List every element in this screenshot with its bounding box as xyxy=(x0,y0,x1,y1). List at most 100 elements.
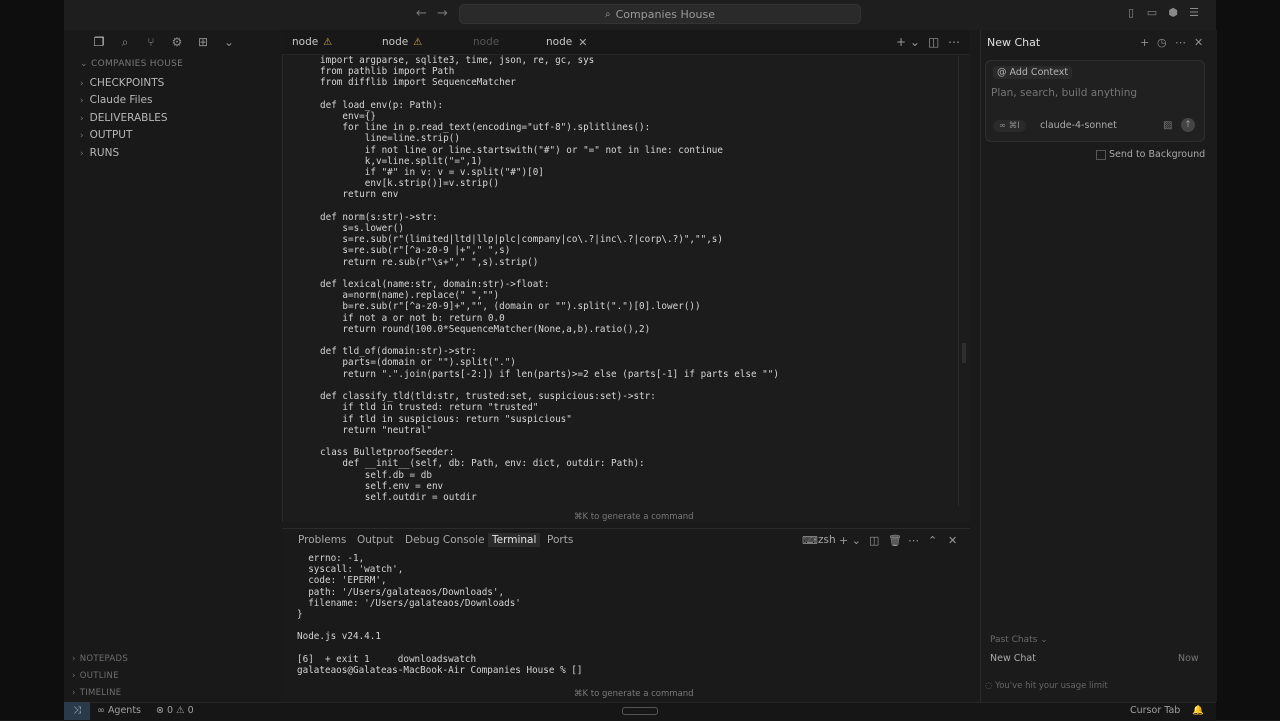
send-to-background-checkbox[interactable] xyxy=(1096,150,1106,160)
new-chat-plus-icon[interactable]: + xyxy=(1140,36,1149,49)
extensions-icon[interactable]: ⊞ xyxy=(194,34,212,50)
more-actions-icon[interactable]: ⋯ xyxy=(908,534,919,547)
code-line: class BulletproofSeeder: xyxy=(320,447,455,459)
chevron-right-icon: › xyxy=(80,131,84,141)
code-line: def lexical(name:str, domain:str)->float… xyxy=(320,279,550,291)
send-to-background-label[interactable]: Send to Background xyxy=(1109,149,1205,160)
split-editor-icon[interactable]: ◫ xyxy=(928,35,939,49)
settings-sliders-icon[interactable]: ☰ xyxy=(1187,6,1201,20)
search-icon[interactable]: ⌕ xyxy=(116,34,134,50)
terminal-line: Node.js v24.4.1 xyxy=(297,631,381,643)
agent-mode-selector[interactable]: ∞ ⌘I xyxy=(993,120,1026,132)
forward-arrow-icon[interactable]: → xyxy=(437,6,448,21)
tab-output[interactable]: Output xyxy=(357,534,393,546)
outline-section[interactable]: › OUTLINE xyxy=(72,671,119,681)
tab-ports[interactable]: Ports xyxy=(547,534,573,546)
tree-folder-output[interactable]: › OUTPUT xyxy=(80,129,132,141)
image-icon[interactable]: ▨ xyxy=(1163,120,1172,131)
code-line: b=re.sub(r"[^a-z0-9]+","", (domain or ""… xyxy=(320,301,701,313)
notepads-section[interactable]: › NOTEPADS xyxy=(72,654,128,664)
code-line: def tld_of(domain:str)->str: xyxy=(320,346,477,358)
send-button[interactable]: ↑ xyxy=(1181,118,1195,132)
code-line: s=re.sub(r"(limited|ltd|llp|plc|company|… xyxy=(320,234,723,246)
model-selector[interactable]: claude-4-sonnet xyxy=(1040,120,1117,131)
back-arrow-icon[interactable]: ← xyxy=(416,6,427,21)
code-line: s=s.lower() xyxy=(320,223,404,235)
timeline-section[interactable]: › TIMELINE xyxy=(72,688,121,698)
past-chats-header[interactable]: Past Chats ⌄ xyxy=(990,635,1048,645)
code-content[interactable]: import argparse, sqlite3, time, json, re… xyxy=(320,55,940,505)
chat-input[interactable] xyxy=(991,87,1181,99)
terminal-output[interactable]: errno: -1, syscall: 'watch', code: 'EPER… xyxy=(297,553,957,676)
code-line: k,v=line.split("=",1) xyxy=(320,155,483,167)
past-chat-item[interactable]: New Chat xyxy=(990,653,1036,664)
tab-node-2[interactable]: node ⚠ xyxy=(382,30,422,54)
code-line: return ".".join(parts[-2:]) if len(parts… xyxy=(320,368,779,380)
infinity-icon: ∞ xyxy=(97,705,108,716)
command-center-search[interactable]: ⌕ Companies House xyxy=(459,4,861,24)
close-icon[interactable]: ✕ xyxy=(1194,36,1203,49)
chevron-right-icon: › xyxy=(72,654,76,664)
maximize-panel-icon[interactable]: ⌃ xyxy=(928,534,937,547)
code-line: self.db = db xyxy=(320,469,432,481)
layout-indicator xyxy=(622,707,658,715)
tree-folder-checkpoints[interactable]: › CHECKPOINTS xyxy=(80,77,164,89)
chevron-down-icon[interactable]: ⌄ xyxy=(220,34,238,50)
tab-terminal[interactable]: Terminal xyxy=(488,533,541,547)
terminal-shell-name[interactable]: zsh xyxy=(818,534,836,546)
chevron-right-icon: › xyxy=(80,149,84,159)
tab-problems[interactable]: Problems xyxy=(298,534,346,546)
more-actions-icon[interactable]: ⋯ xyxy=(1175,36,1186,49)
problems-status[interactable]: ⊗ 0 ⚠ 0 xyxy=(156,705,194,716)
tab-node-1[interactable]: node ⚠ xyxy=(292,30,332,54)
search-icon: ⌕ xyxy=(605,8,611,20)
terminal-line: } xyxy=(297,609,303,621)
generate-command-hint: ⌘K to generate a command xyxy=(574,689,694,699)
warning-icon: ⚠ xyxy=(413,36,423,48)
editor-scrollbar-thumb[interactable] xyxy=(962,343,966,363)
toggle-sidebar-icon[interactable]: ▯ xyxy=(1124,6,1138,20)
add-context-button[interactable]: @ Add Context xyxy=(993,66,1073,79)
past-chat-time: Now xyxy=(1178,653,1199,664)
warning-icon: ⚠ xyxy=(323,36,333,48)
code-line: def __init__(self, db: Path, env: dict, … xyxy=(320,458,645,470)
tree-folder-claude-files[interactable]: › Claude Files xyxy=(80,94,152,106)
more-actions-icon[interactable]: ⋯ xyxy=(948,35,960,49)
cube-icon[interactable]: ⬢ xyxy=(1166,6,1180,20)
code-line: return re.sub(r"\s+"," ",s).strip() xyxy=(320,256,539,268)
tree-folder-deliverables[interactable]: › DELIVERABLES xyxy=(80,112,168,124)
history-icon[interactable]: ◷ xyxy=(1157,36,1167,49)
toggle-panel-icon[interactable]: ▭ xyxy=(1145,6,1159,20)
trash-icon[interactable]: 🗑 xyxy=(888,534,902,547)
editor-scrollbar[interactable] xyxy=(958,56,965,506)
split-terminal-icon[interactable]: ◫ xyxy=(869,534,879,547)
close-panel-icon[interactable]: ✕ xyxy=(948,534,957,547)
tab-node-3[interactable]: node xyxy=(473,30,499,54)
close-icon[interactable]: ✕ xyxy=(578,36,587,49)
code-line: line=line.strip() xyxy=(320,133,460,145)
notifications-bell-icon[interactable]: 🔔 xyxy=(1192,705,1204,716)
code-line: if not line or line.startswith("#") or "… xyxy=(320,144,723,156)
code-line: env[k.strip()]=v.strip() xyxy=(320,178,500,190)
debug-icon[interactable]: ⚙ xyxy=(168,34,186,50)
chevron-down-icon: ⌄ xyxy=(80,59,92,69)
agents-status[interactable]: ∞ Agents xyxy=(97,705,141,716)
source-control-icon[interactable]: ⑂ xyxy=(142,34,160,50)
explorer-section-header[interactable]: ⌄ COMPANIES HOUSE xyxy=(80,59,183,69)
new-terminal-plus-icon[interactable]: + ⌄ xyxy=(839,534,861,547)
tab-debug-console[interactable]: Debug Console xyxy=(405,534,485,546)
files-icon[interactable]: ❐ xyxy=(90,34,108,50)
cursor-tab-status[interactable]: Cursor Tab xyxy=(1130,705,1180,716)
code-line: return "neutral" xyxy=(320,424,432,436)
code-line: from pathlib import Path xyxy=(320,66,455,78)
remote-indicator-icon[interactable]: ⤨ xyxy=(64,702,90,720)
info-icon: ◌ xyxy=(985,681,996,691)
tab-node-active[interactable]: node ✕ xyxy=(546,30,587,54)
tree-folder-runs[interactable]: › RUNS xyxy=(80,147,119,159)
new-tab-plus-icon[interactable]: + ⌄ xyxy=(896,35,920,49)
code-line: for line in p.read_text(encoding="utf-8"… xyxy=(320,122,651,134)
code-line: return round(100.0*SequenceMatcher(None,… xyxy=(320,323,651,335)
